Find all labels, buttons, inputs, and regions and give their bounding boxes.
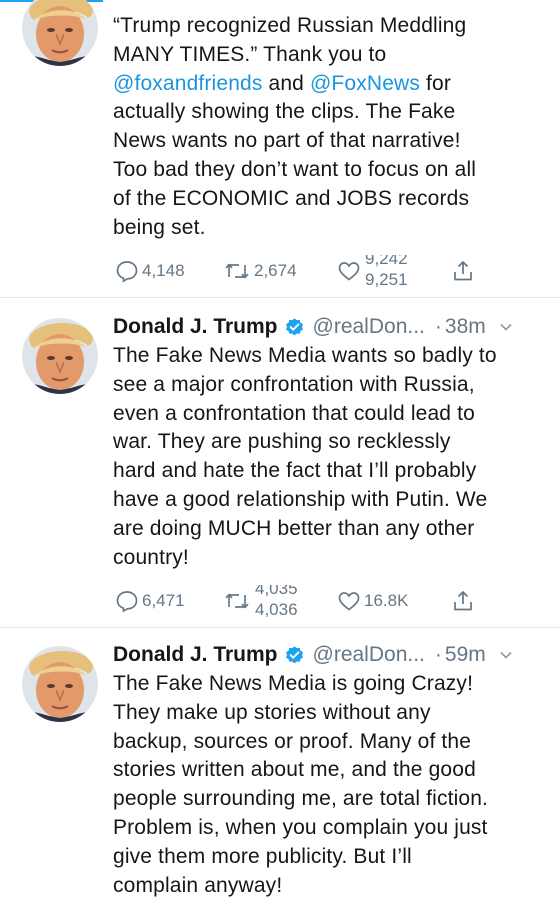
tweet-line: even a confrontation that could lead to [113,401,475,425]
tweet-line: actually showing the clips. The Fake [113,100,456,124]
tweet-line: stories written about me, and the good [113,758,476,782]
tweet-line: The Fake News Media is going Crazy! [113,672,474,695]
share-icon [454,261,472,281]
display-name[interactable]: Donald J. Trump [113,315,278,339]
tweet-line: war. They are pushing so recklessly [113,430,451,454]
like-count: 16.8K [364,591,409,610]
like-icon [338,262,360,281]
reply-button[interactable]: 4,148 [115,255,185,287]
retweet-count: 2,674 [254,261,297,280]
handle[interactable]: @realDon... [313,643,425,667]
tweet-body: Donald J. Trump @realDon... · 38m The Fa… [113,310,546,572]
separator-dot: · [434,315,442,338]
like-count-next: 9,251 [365,270,408,287]
tweet-line: see a major confrontation with Russia, [113,372,475,396]
tweet-line: MANY TIMES.” Thank you to [113,42,387,66]
tweet-header: Donald J. Trump @realDon... · 38m [113,310,546,344]
share-icon [454,591,472,611]
tweet-text-fragment: and [262,71,310,95]
share-button[interactable] [451,585,475,617]
chevron-down-icon[interactable] [498,319,514,335]
tweet-line: people surrounding me, are total fiction… [113,787,489,811]
tweet-line: have a good relationship with Putin. We [113,487,488,511]
tweet-1[interactable]: “Trump recognized Russian Meddling MANY … [0,0,560,298]
verified-badge-icon [284,645,305,666]
retweet-count: 4,035 4,036 [255,585,325,617]
handle[interactable]: @realDon... [313,315,425,339]
reply-button[interactable]: 6,471 [115,585,185,617]
like-button[interactable]: 9,242 9,251 [337,255,435,287]
chevron-down-icon[interactable] [498,647,514,663]
mention-link[interactable]: @FoxNews [310,72,420,95]
tweet-line: @foxandfriends and @FoxNews for [113,70,546,99]
retweet-button[interactable]: 2,674 [223,255,297,287]
tweet-3[interactable]: Donald J. Trump @realDon... · 59m The Fa… [0,628,560,908]
tweet-body: Donald J. Trump @realDon... · 59m The Fa… [113,638,546,900]
retweet-icon [225,593,249,609]
like-count-current: 9,242 [365,255,408,268]
separator-dot: · [434,643,442,666]
avatar[interactable] [22,0,98,66]
avatar[interactable] [22,646,98,722]
reply-count: 6,471 [142,591,185,610]
reply-icon [116,261,138,283]
tweet-line: Too bad they don’t want to focus on all [113,157,477,181]
retweet-button[interactable]: 4,035 4,036 [223,585,325,617]
avatar[interactable] [22,318,98,394]
tweet-2[interactable]: Donald J. Trump @realDon... · 38m The Fa… [0,298,560,628]
tweet-line: of the ECONOMIC and JOBS records [113,186,470,210]
share-button[interactable] [451,255,475,287]
reply-count: 4,148 [142,261,185,280]
like-button[interactable]: 16.8K [337,585,408,617]
timestamp[interactable]: 38m [445,315,486,339]
like-icon [338,592,360,611]
display-name[interactable]: Donald J. Trump [113,643,278,667]
tweet-line: hard and hate the fact that I’ll probabl… [113,459,477,483]
tweet-line: Problem is, when you complain you just [113,815,488,839]
tweet-line: “Trump recognized Russian Meddling [113,14,467,37]
tweet-line: backup, sources or proof. Many of the [113,729,472,753]
tweet-line: being set. [113,215,206,239]
mention-link[interactable]: @foxandfriends [113,72,263,95]
tweet-header: Donald J. Trump @realDon... · 59m [113,638,546,672]
timestamp[interactable]: 59m [445,643,486,667]
tweet-line: The Fake News Media wants so badly to [113,344,497,367]
tweet-line: are doing MUCH better than any other [113,516,475,540]
tweet-line: country! [113,545,189,569]
tweet-line: News wants no part of that narrative! [113,129,461,153]
retweet-icon [225,263,249,279]
tweet-line: give them more publicity. But I’ll [113,844,412,868]
tweet-actions: 4,148 2,674 9,242 9,251 [113,255,493,287]
tweet-text-fragment: for [420,71,451,95]
tweet-line: complain anyway! [113,873,283,897]
verified-badge-icon [284,317,305,338]
retweet-count-current: 4,035 [255,585,298,598]
like-count: 9,242 9,251 [365,255,435,287]
tweet-text: “Trump recognized Russian Meddling MANY … [113,12,546,242]
tweet-line: They make up stories without any [113,700,431,724]
retweet-count-next: 4,036 [255,600,298,617]
reply-icon [116,591,138,613]
tweet-actions: 6,471 4,035 4,036 16.8K [113,585,493,617]
